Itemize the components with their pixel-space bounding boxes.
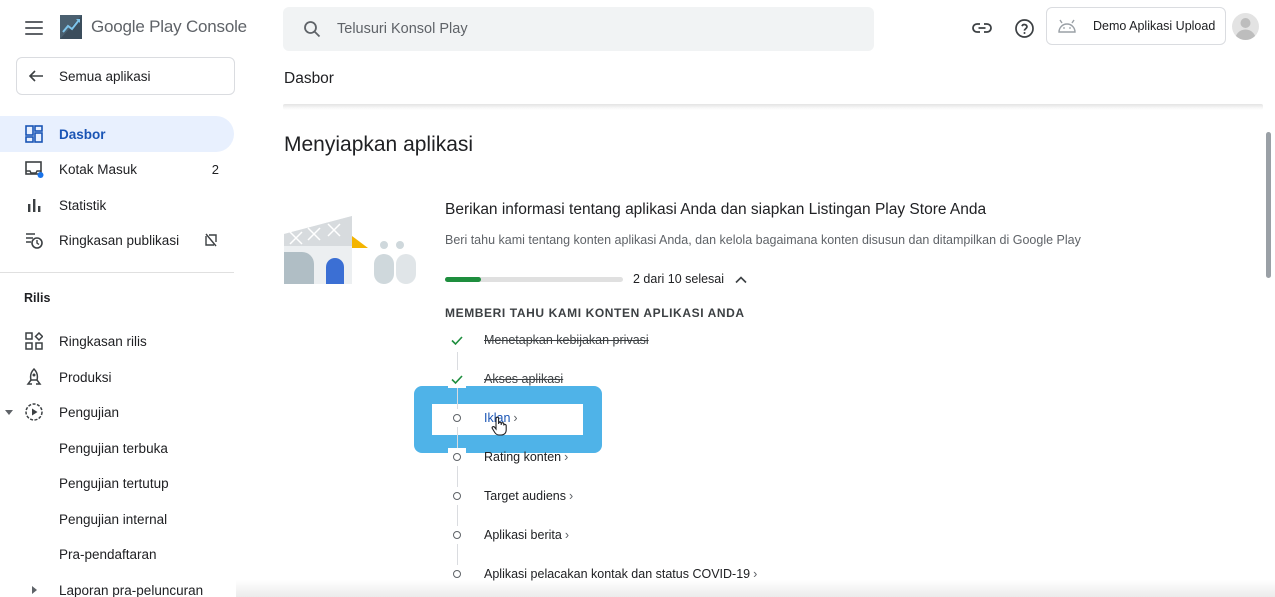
- check-icon: [448, 331, 466, 349]
- sidebar-item-label: Pengujian terbuka: [59, 440, 168, 456]
- sidebar-divider: [0, 272, 234, 273]
- avatar[interactable]: [1232, 13, 1259, 40]
- search-input[interactable]: [337, 21, 817, 37]
- page-title: Dasbor: [284, 70, 334, 87]
- sidebar-item-label: Produksi: [59, 369, 112, 385]
- sidebar-item-closed-testing[interactable]: Pengujian tertutup: [0, 465, 234, 501]
- play-console-logo-icon: [60, 15, 82, 39]
- progress-text: 2 dari 10 selesai: [633, 272, 725, 286]
- sidebar-item-inbox[interactable]: Kotak Masuk 2: [0, 151, 234, 187]
- sidebar-item-label: Pengujian: [59, 404, 120, 420]
- sidebar-item-open-testing[interactable]: Pengujian terbuka: [0, 430, 234, 466]
- inbox-icon: [24, 159, 44, 179]
- progress-bar: [445, 277, 623, 282]
- sidebar-item-label: Statistik: [59, 197, 107, 213]
- inbox-count-badge: 2: [211, 161, 219, 177]
- chevron-right-icon: ›: [569, 489, 574, 503]
- setup-illustration: [284, 216, 416, 284]
- task-label: Target audiens: [484, 489, 567, 503]
- sidebar-item-pre-launch-report[interactable]: Laporan pra-peluncuran: [0, 572, 234, 597]
- scrollbar[interactable]: [1266, 132, 1271, 278]
- card-title: Berikan informasi tentang aplikasi Anda …: [445, 201, 987, 218]
- sidebar-item-label: Ringkasan rilis: [59, 333, 147, 349]
- section-heading: Menyiapkan aplikasi: [284, 133, 474, 156]
- pending-circle-icon: [448, 409, 466, 427]
- task-label: Rating konten: [484, 450, 562, 464]
- bar-chart-icon: [24, 195, 44, 215]
- sidebar-item-publishing-overview[interactable]: Ringkasan publikasi: [0, 222, 234, 258]
- search-icon: [304, 21, 321, 38]
- chevron-right-icon: ›: [564, 450, 569, 464]
- all-apps-label: Semua aplikasi: [59, 68, 151, 84]
- bottom-fade: [236, 580, 1275, 597]
- sidebar-item-statistics[interactable]: Statistik: [0, 187, 234, 223]
- expand-caret-icon[interactable]: [5, 410, 13, 415]
- card-description: Beri tahu kami tentang konten aplikasi A…: [445, 233, 1081, 247]
- app-selector-button[interactable]: Demo Aplikasi Upload: [1046, 7, 1226, 45]
- pending-circle-icon: [448, 487, 466, 505]
- sidebar-item-label: Ringkasan publikasi: [59, 232, 180, 248]
- sidebar-item-production[interactable]: Produksi: [0, 359, 234, 395]
- sidebar-item-dashboard[interactable]: Dasbor: [0, 116, 234, 152]
- arrow-back-icon: [28, 70, 43, 82]
- logo-text-prefix: Google Play: [91, 17, 182, 36]
- testing-icon: [24, 402, 44, 422]
- expand-caret-icon[interactable]: [32, 586, 37, 594]
- sidebar-item-label: Dasbor: [59, 126, 106, 142]
- task-label: Aplikasi berita: [484, 528, 562, 542]
- sidebar-item-releases-overview[interactable]: Ringkasan rilis: [0, 323, 234, 359]
- check-icon: [448, 370, 466, 388]
- logo-text-suffix: Console: [185, 17, 247, 36]
- sidebar: Google Play Console Semua aplikasi Dasbo…: [0, 0, 252, 597]
- sidebar-item-label: Laporan pra-peluncuran: [59, 582, 204, 597]
- logo[interactable]: Google Play Console: [58, 14, 247, 40]
- production-icon: [24, 367, 44, 387]
- sidebar-item-testing[interactable]: Pengujian: [0, 394, 234, 430]
- sidebar-item-internal-testing[interactable]: Pengujian internal: [0, 501, 234, 537]
- header-divider: [283, 104, 1263, 110]
- task-label: Menetapkan kebijakan privasi: [484, 333, 649, 347]
- hand-cursor-icon: [491, 416, 507, 436]
- progress-bar-fill: [445, 277, 481, 282]
- task-group-title: MEMBERI TAHU KAMI KONTEN APLIKASI ANDA: [445, 306, 745, 320]
- menu-icon[interactable]: [22, 16, 46, 40]
- chevron-right-icon: ›: [564, 528, 569, 542]
- chevron-right-icon: ›: [753, 567, 758, 581]
- dashboard-icon: [24, 124, 44, 144]
- managed-publishing-off-icon: [205, 233, 217, 247]
- sidebar-item-label: Pengujian internal: [59, 511, 168, 527]
- all-apps-button[interactable]: Semua aplikasi: [16, 57, 235, 95]
- sidebar-item-label: Pengujian tertutup: [59, 475, 169, 491]
- release-section-title: Rilis: [24, 291, 51, 305]
- releases-overview-icon: [24, 331, 44, 351]
- android-icon: [1055, 14, 1079, 38]
- sidebar-item-label: Pra-pendaftaran: [59, 546, 157, 562]
- task-label: Aplikasi pelacakan kontak dan status COV…: [484, 567, 751, 581]
- link-icon[interactable]: [971, 17, 993, 39]
- search-bar[interactable]: [283, 7, 874, 51]
- app-name: Demo Aplikasi Upload: [1093, 19, 1216, 33]
- publishing-overview-icon: [24, 230, 44, 250]
- task-label: Akses aplikasi: [484, 372, 564, 386]
- help-icon[interactable]: [1013, 17, 1035, 39]
- sidebar-item-pre-registration[interactable]: Pra-pendaftaran: [0, 536, 234, 572]
- chevron-up-icon[interactable]: [734, 273, 748, 287]
- pending-circle-icon: [448, 526, 466, 544]
- sidebar-item-label: Kotak Masuk: [59, 161, 138, 177]
- chevron-right-icon: ›: [513, 411, 518, 425]
- pending-circle-icon: [448, 448, 466, 466]
